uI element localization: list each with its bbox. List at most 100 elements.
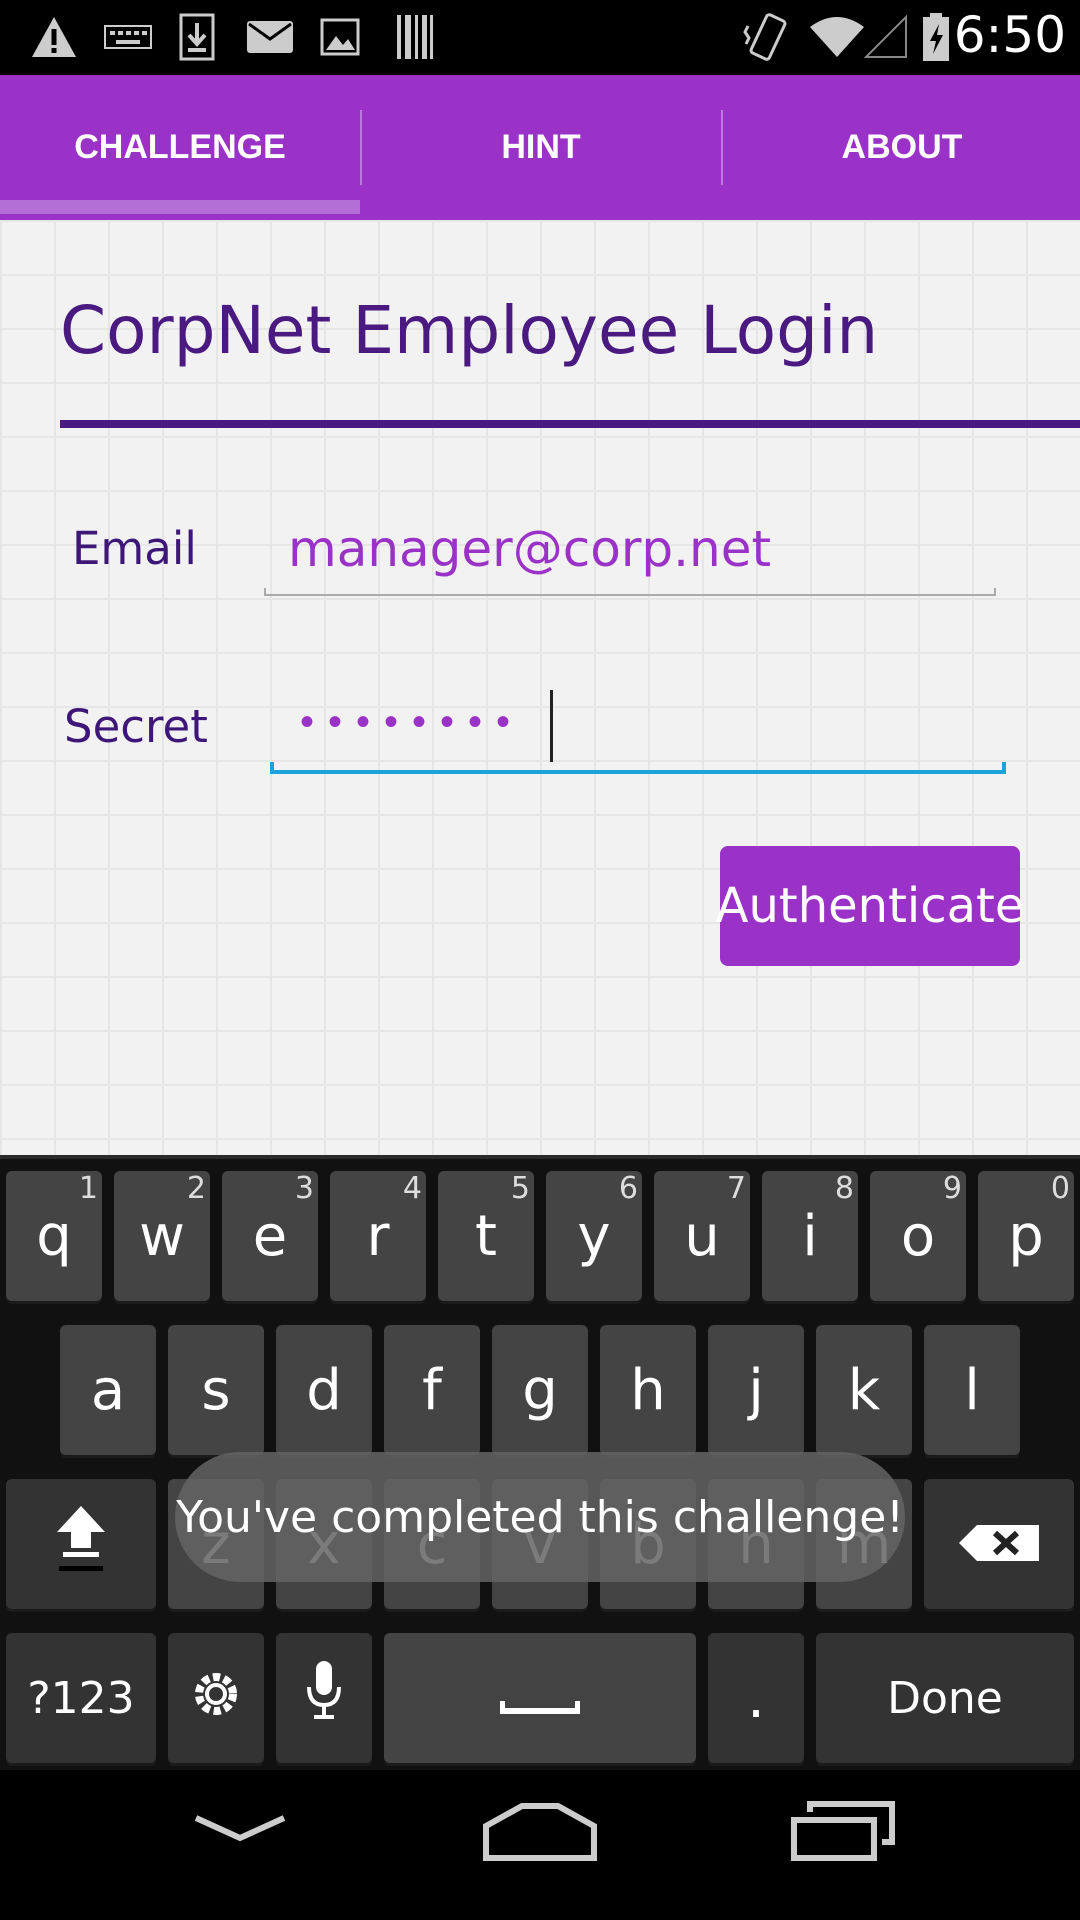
secret-label: Secret — [64, 700, 208, 753]
symbols-key[interactable]: ?123 — [6, 1633, 156, 1763]
tab-selected-indicator — [0, 200, 360, 214]
backspace-icon — [957, 1512, 1041, 1577]
period-key[interactable]: . — [708, 1633, 804, 1763]
key-f[interactable]: f — [384, 1325, 480, 1455]
key-r[interactable]: r4 — [330, 1171, 426, 1301]
mail-icon — [244, 12, 296, 62]
key-hint: 0 — [1050, 1171, 1070, 1206]
tab-challenge-label: CHALLENGE — [74, 128, 286, 166]
key-label: f — [422, 1357, 442, 1423]
secret-field-underline — [270, 762, 1006, 774]
tab-bar: CHALLENGE HINT ABOUT — [0, 75, 1080, 220]
key-label: y — [577, 1203, 611, 1269]
key-e[interactable]: e3 — [222, 1171, 318, 1301]
tab-challenge[interactable]: CHALLENGE — [0, 75, 360, 220]
key-g[interactable]: g — [492, 1325, 588, 1455]
key-k[interactable]: k — [816, 1325, 912, 1455]
home-button[interactable] — [482, 1800, 598, 1869]
key-hint: 8 — [834, 1171, 854, 1206]
home-icon — [483, 1803, 597, 1861]
barcode-icon — [392, 12, 438, 62]
wifi-icon — [806, 12, 868, 62]
key-label: w — [139, 1203, 185, 1269]
key-s[interactable]: s — [168, 1325, 264, 1455]
key-hint: 7 — [726, 1171, 746, 1206]
key-label: Done — [887, 1672, 1003, 1724]
voice-input-key[interactable] — [276, 1633, 372, 1763]
signal-icon — [862, 12, 910, 62]
settings-key[interactable] — [168, 1633, 264, 1763]
image-icon — [318, 12, 362, 62]
key-l[interactable]: l — [924, 1325, 1020, 1455]
key-label: e — [252, 1203, 288, 1269]
key-label: . — [747, 1665, 765, 1731]
email-field-value: manager@corp.net — [288, 520, 772, 578]
key-label: g — [522, 1357, 558, 1423]
key-u[interactable]: u7 — [654, 1171, 750, 1301]
shift-key[interactable] — [6, 1479, 156, 1609]
key-label: h — [630, 1357, 666, 1423]
key-label: l — [964, 1357, 980, 1423]
key-hint: 1 — [78, 1171, 98, 1206]
key-j[interactable]: j — [708, 1325, 804, 1455]
microphone-icon — [304, 1659, 344, 1737]
authenticate-button-label: Authenticate — [715, 878, 1025, 934]
secret-field-value: •••••••• — [300, 700, 525, 744]
key-hint: 4 — [402, 1171, 422, 1206]
key-label: s — [201, 1357, 231, 1423]
page-title: CorpNet Employee Login — [60, 292, 879, 369]
key-t[interactable]: t5 — [438, 1171, 534, 1301]
key-q[interactable]: q1 — [6, 1171, 102, 1301]
keyboard-icon — [100, 12, 156, 62]
key-d[interactable]: d — [276, 1325, 372, 1455]
shift-icon — [53, 1502, 109, 1586]
battery-charging-icon — [916, 12, 956, 62]
key-hint: 2 — [186, 1171, 206, 1206]
space-key[interactable] — [384, 1633, 696, 1763]
back-down-icon — [194, 1815, 286, 1842]
vibrate-icon — [740, 12, 796, 62]
back-button[interactable] — [190, 1810, 290, 1855]
key-a[interactable]: a — [60, 1325, 156, 1455]
navigation-bar — [0, 1770, 1080, 1920]
toast-message: You've completed this challenge! — [175, 1452, 905, 1582]
key-h[interactable]: h — [600, 1325, 696, 1455]
key-label: ?123 — [27, 1672, 135, 1724]
recents-button[interactable] — [788, 1798, 898, 1867]
status-time: 6:50 — [953, 6, 1066, 64]
key-label: i — [802, 1203, 818, 1269]
title-divider — [60, 420, 1080, 428]
email-label: Email — [72, 522, 197, 575]
key-w[interactable]: w2 — [114, 1171, 210, 1301]
key-i[interactable]: i8 — [762, 1171, 858, 1301]
tab-hint[interactable]: HINT — [361, 75, 721, 220]
key-label: k — [847, 1357, 881, 1423]
key-hint: 6 — [618, 1171, 638, 1206]
key-hint: 9 — [942, 1171, 962, 1206]
download-icon — [175, 12, 219, 62]
key-label: j — [748, 1357, 764, 1423]
backspace-key[interactable] — [924, 1479, 1074, 1609]
done-key[interactable]: Done — [816, 1633, 1074, 1763]
key-o[interactable]: o9 — [870, 1171, 966, 1301]
space-icon — [499, 1661, 581, 1735]
warning-icon — [24, 12, 84, 62]
key-label: o — [900, 1203, 936, 1269]
key-hint: 5 — [510, 1171, 530, 1206]
tab-about-label: ABOUT — [841, 128, 963, 166]
key-label: a — [90, 1357, 126, 1423]
key-label: t — [475, 1203, 497, 1269]
key-hint: 3 — [294, 1171, 314, 1206]
key-label: d — [306, 1357, 342, 1423]
authenticate-button[interactable]: Authenticate — [716, 846, 1024, 966]
settings-icon — [193, 1666, 239, 1731]
email-field-underline — [264, 588, 996, 596]
key-label: u — [684, 1203, 720, 1269]
key-label: q — [36, 1203, 72, 1269]
key-y[interactable]: y6 — [546, 1171, 642, 1301]
tab-about[interactable]: ABOUT — [722, 75, 1080, 220]
key-label: r — [366, 1203, 390, 1269]
key-p[interactable]: p0 — [978, 1171, 1074, 1301]
text-cursor — [550, 690, 553, 762]
key-label: p — [1008, 1203, 1044, 1269]
